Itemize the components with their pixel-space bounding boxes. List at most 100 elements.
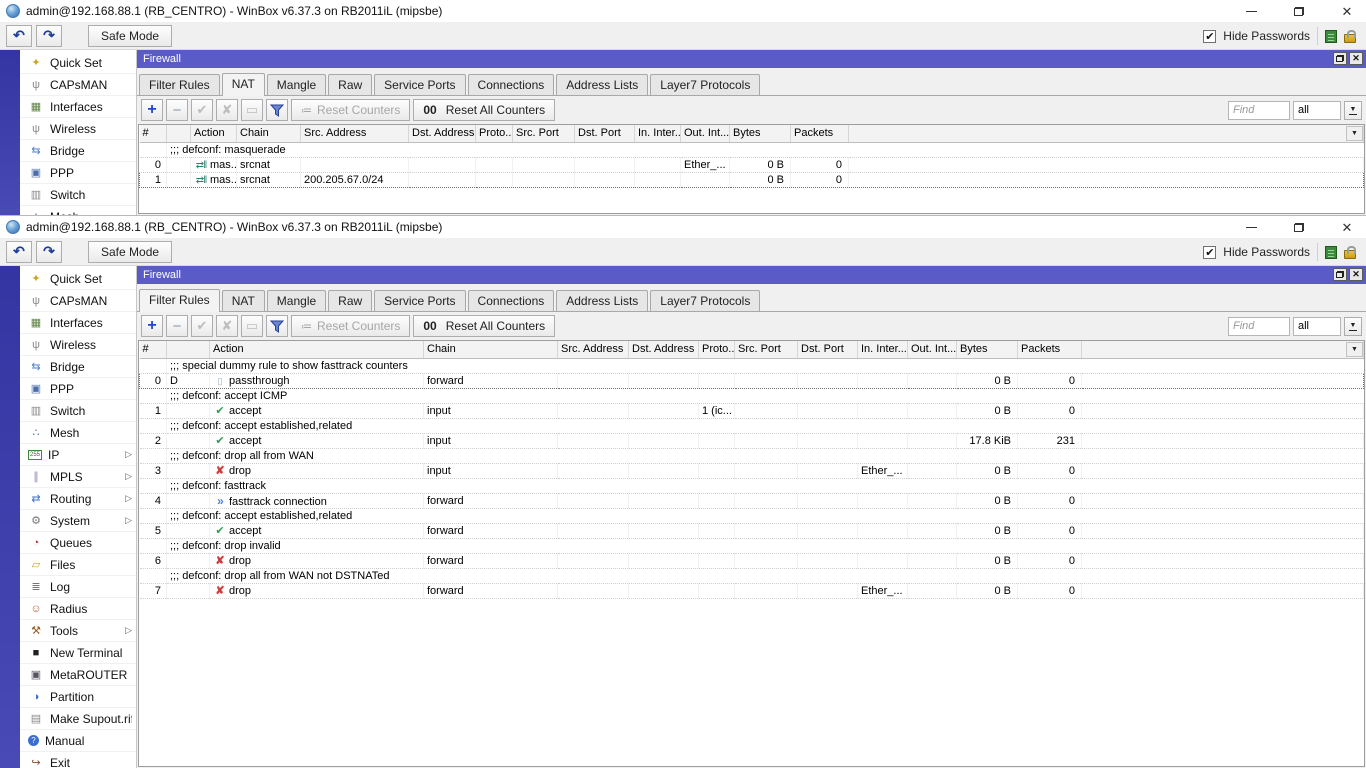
- rule-row[interactable]: 7 ✘ drop forward Ether_... 0 B0: [139, 583, 1364, 599]
- filter-button[interactable]: [266, 99, 288, 121]
- sidebar-item-switch[interactable]: ▥ Switch: [20, 400, 136, 422]
- disable-rule-button[interactable]: ✘: [216, 99, 238, 121]
- find-input[interactable]: [1228, 316, 1290, 336]
- comment-row[interactable]: ;;; defconf: drop invalid: [139, 538, 1364, 554]
- column-header-action[interactable]: Action: [209, 341, 424, 359]
- sidebar-item-mesh[interactable]: ∴Mesh: [20, 206, 136, 216]
- column-header-chain[interactable]: Chain: [423, 341, 558, 359]
- sidebar-item-ppp[interactable]: ▣ PPP: [20, 378, 136, 400]
- comment-row[interactable]: ;;; defconf: accept ICMP: [139, 388, 1364, 404]
- column-header-dst-port[interactable]: Dst. Port: [797, 341, 858, 359]
- column-header-dst-address[interactable]: Dst. Address: [408, 125, 476, 143]
- column-header-flag[interactable]: #: [139, 125, 167, 143]
- undo-button[interactable]: ↶: [6, 24, 32, 47]
- tab-service-ports[interactable]: Service Ports: [374, 290, 466, 311]
- sidebar-item-new-terminal[interactable]: ■ New Terminal: [20, 642, 136, 664]
- tab-raw[interactable]: Raw: [328, 74, 373, 95]
- sidebar-item-mesh[interactable]: ∴Mesh: [20, 422, 136, 444]
- session-list-icon[interactable]: [1325, 29, 1337, 43]
- sidebar-item-make-supout-rif[interactable]: ▤ Make Supout.rif: [20, 708, 136, 730]
- tab-raw[interactable]: Raw: [328, 290, 373, 311]
- restore-button[interactable]: [1288, 218, 1310, 236]
- sidebar-item-interfaces[interactable]: ▦ Interfaces: [20, 312, 136, 334]
- scope-dropdown-button[interactable]: ▼: [1344, 100, 1362, 120]
- column-header-proto[interactable]: Proto...: [475, 125, 513, 143]
- add-rule-button[interactable]: +: [141, 99, 163, 121]
- column-header-src-port[interactable]: Src. Port: [734, 341, 798, 359]
- firewall-panel-titlebar[interactable]: Firewall ✕: [137, 266, 1366, 284]
- rule-row[interactable]: 1 ✔ accept input 1 (ic... 0 B0: [139, 403, 1364, 419]
- reset-counters-button[interactable]: ≔ Reset Counters: [291, 315, 411, 337]
- comment-row[interactable]: ;;; defconf: fasttrack: [139, 478, 1364, 494]
- comment-row[interactable]: ;;; defconf: drop all from WAN: [139, 448, 1364, 464]
- comment-row[interactable]: ;;; defconf: masquerade: [139, 142, 1364, 158]
- add-rule-button[interactable]: +: [141, 315, 163, 337]
- safe-mode-button[interactable]: Safe Mode: [88, 240, 173, 263]
- reset-counters-button[interactable]: ≔ Reset Counters: [291, 99, 411, 121]
- column-dropdown-button[interactable]: ▼: [1346, 342, 1363, 357]
- panel-restore-button[interactable]: [1333, 268, 1347, 281]
- reset-all-counters-button[interactable]: 00 Reset All Counters: [413, 99, 556, 121]
- close-button[interactable]: ✕: [1336, 218, 1358, 236]
- sidebar-item-log[interactable]: ≣ Log: [20, 576, 136, 598]
- column-header-src-address[interactable]: Src. Address: [557, 341, 629, 359]
- sidebar-item-switch[interactable]: ▥ Switch: [20, 184, 136, 206]
- comment-row[interactable]: ;;; special dummy rule to show fasttrack…: [139, 358, 1364, 374]
- column-header-packets[interactable]: Packets: [790, 125, 849, 143]
- panel-close-button[interactable]: ✕: [1349, 52, 1363, 65]
- tab-mangle[interactable]: Mangle: [266, 290, 327, 311]
- panel-close-button[interactable]: ✕: [1349, 268, 1363, 281]
- sidebar-item-capsman[interactable]: ψ CAPsMAN: [20, 290, 136, 312]
- sidebar-item-manual[interactable]: ? Manual: [20, 730, 136, 752]
- sidebar-item-quick-set[interactable]: ✦ Quick Set: [20, 268, 136, 290]
- rule-row[interactable]: 6 ✘ drop forward 0 B0: [139, 553, 1364, 569]
- rule-row[interactable]: 0 D ▯ passthrough forward 0 B0: [139, 372, 1364, 389]
- sidebar-item-wireless[interactable]: ψ Wireless: [20, 118, 136, 140]
- sidebar-item-partition[interactable]: ◑ Partition: [20, 686, 136, 708]
- column-header-proto[interactable]: Proto...: [698, 341, 735, 359]
- remove-rule-button[interactable]: −: [166, 99, 188, 121]
- rule-row[interactable]: 2 ✔ accept input 17.8 KiB 231: [139, 433, 1364, 449]
- sidebar-item-tools[interactable]: ⚒ Tools ▷: [20, 620, 136, 642]
- enable-rule-button[interactable]: ✔: [191, 315, 213, 337]
- reset-all-counters-button[interactable]: 00 Reset All Counters: [413, 315, 556, 337]
- sidebar-item-radius[interactable]: ☺ Radius: [20, 598, 136, 620]
- column-header-flag[interactable]: #: [139, 341, 167, 359]
- column-header-src-port[interactable]: Src. Port: [512, 125, 575, 143]
- hide-passwords-checkbox[interactable]: ✔: [1203, 245, 1217, 259]
- title-bar[interactable]: admin@192.168.88.1 (RB_CENTRO) - WinBox …: [0, 216, 1366, 238]
- tab-connections[interactable]: Connections: [467, 74, 555, 95]
- column-header-action[interactable]: Action: [190, 125, 237, 143]
- sidebar-item-capsman[interactable]: ψ CAPsMAN: [20, 74, 136, 96]
- sidebar-item-wireless[interactable]: ψ Wireless: [20, 334, 136, 356]
- column-header-src-address[interactable]: Src. Address: [300, 125, 409, 143]
- title-bar[interactable]: admin@192.168.88.1 (RB_CENTRO) - WinBox …: [0, 0, 1366, 22]
- tab-address-lists[interactable]: Address Lists: [556, 290, 649, 311]
- redo-button[interactable]: ↷: [36, 240, 62, 263]
- sidebar-item-metarouter[interactable]: ▣ MetaROUTER: [20, 664, 136, 686]
- sidebar-item-routing[interactable]: ⇄ Routing ▷: [20, 488, 136, 510]
- sidebar-item-files[interactable]: ▱ Files: [20, 554, 136, 576]
- minimize-button[interactable]: [1240, 2, 1262, 20]
- scope-dropdown-button[interactable]: ▼: [1344, 316, 1362, 336]
- redo-button[interactable]: ↷: [36, 24, 62, 47]
- find-input[interactable]: [1228, 100, 1290, 120]
- tab-mangle[interactable]: Mangle: [266, 74, 327, 95]
- tab-layer7-protocols[interactable]: Layer7 Protocols: [650, 290, 761, 311]
- comment-row[interactable]: ;;; defconf: accept established,related: [139, 508, 1364, 524]
- sidebar-item-ppp[interactable]: ▣ PPP: [20, 162, 136, 184]
- sidebar-item-bridge[interactable]: ⇆ Bridge: [20, 140, 136, 162]
- comment-row[interactable]: ;;; defconf: accept established,related: [139, 418, 1364, 434]
- rule-row[interactable]: 5 ✔ accept forward 0 B0: [139, 523, 1364, 539]
- column-header-out-int[interactable]: Out. Int...: [680, 125, 730, 143]
- panel-restore-button[interactable]: [1333, 52, 1347, 65]
- tab-layer7-protocols[interactable]: Layer7 Protocols: [650, 74, 761, 95]
- column-header-in-inter[interactable]: In. Inter...: [634, 125, 681, 143]
- tab-address-lists[interactable]: Address Lists: [556, 74, 649, 95]
- rule-row[interactable]: 0⇄‖mas...srcnatEther_...0 B0: [139, 157, 1364, 173]
- column-header-in-inter[interactable]: In. Inter...: [857, 341, 908, 359]
- disable-rule-button[interactable]: ✘: [216, 315, 238, 337]
- sidebar-item-system[interactable]: ⚙ System ▷: [20, 510, 136, 532]
- tab-filter-rules[interactable]: Filter Rules: [139, 74, 220, 95]
- undo-button[interactable]: ↶: [6, 240, 32, 263]
